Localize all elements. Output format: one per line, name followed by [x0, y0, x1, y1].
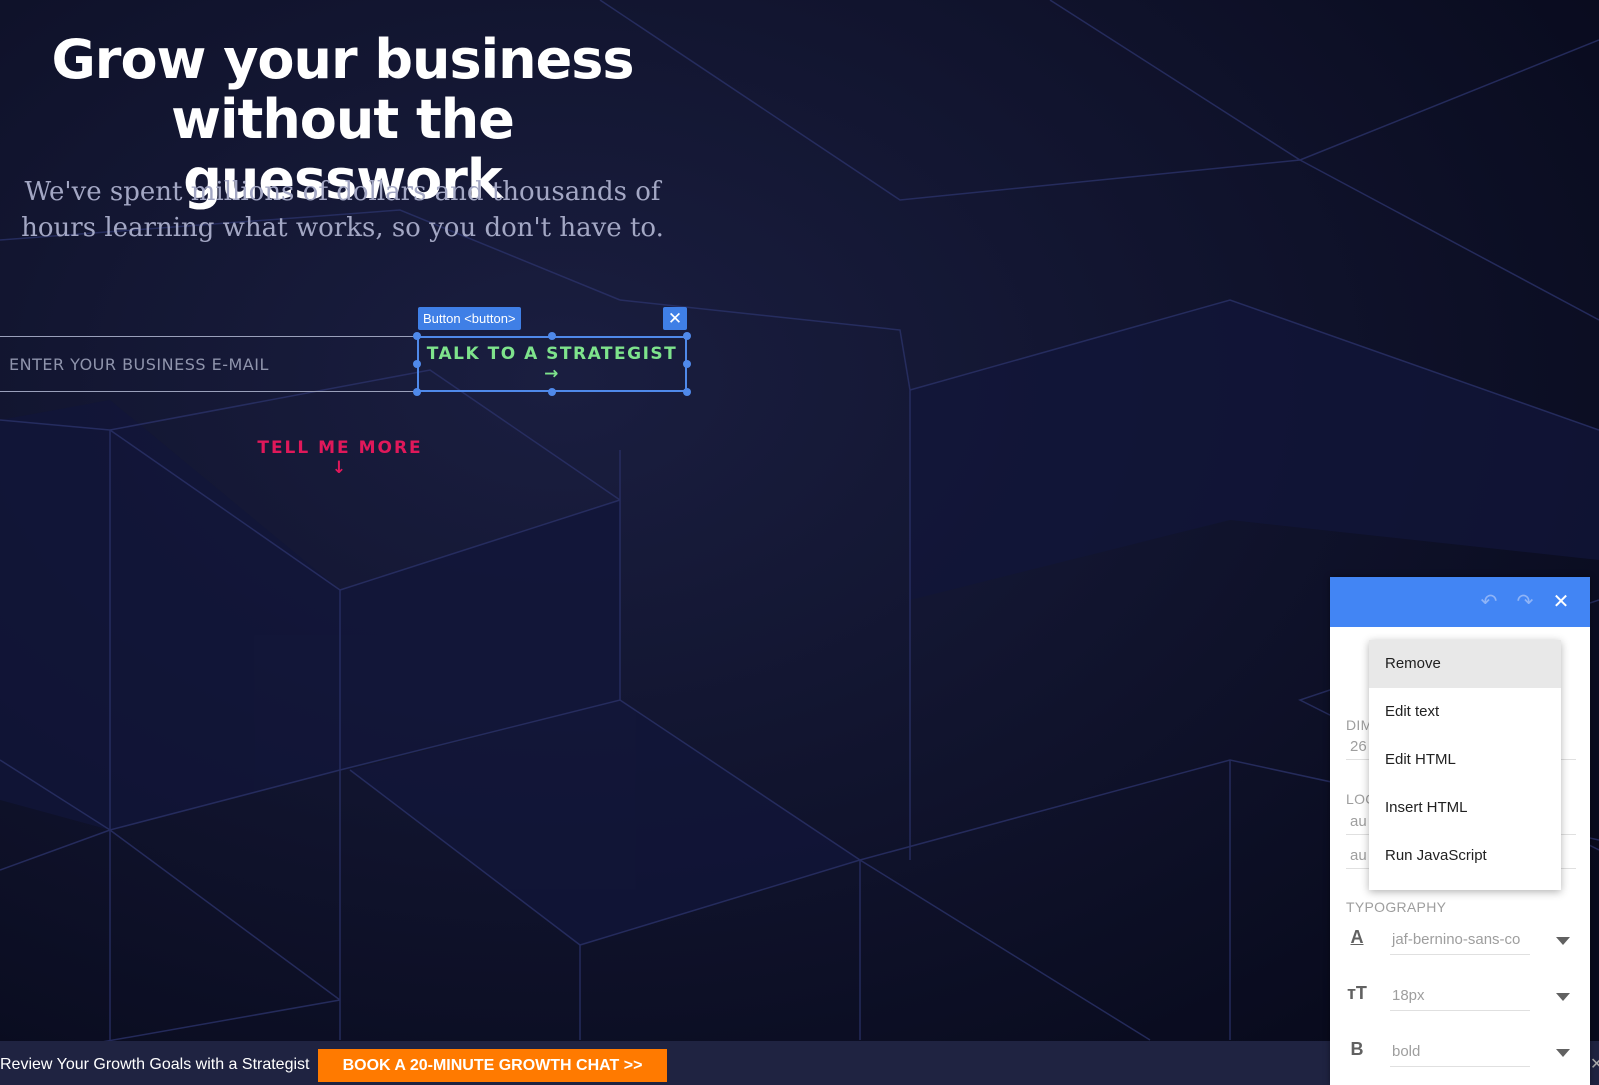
resize-handle-tm[interactable]	[548, 332, 556, 340]
chevron-down-icon[interactable]	[1556, 937, 1570, 945]
menu-item-edit-text[interactable]: Edit text	[1369, 688, 1561, 736]
chevron-down-icon[interactable]	[1556, 993, 1570, 1001]
resize-handle-tr[interactable]	[683, 332, 691, 340]
menu-item-run-javascript[interactable]: Run JavaScript	[1369, 832, 1561, 880]
menu-item-edit-html[interactable]: Edit HTML	[1369, 736, 1561, 784]
resize-handle-mr[interactable]	[683, 360, 691, 368]
font-weight-row: B bold	[1346, 1037, 1582, 1071]
menu-item-remove[interactable]: Remove	[1369, 640, 1561, 688]
resize-handle-ml[interactable]	[413, 360, 421, 368]
hero-subtitle: We've spent millions of dollars and thou…	[20, 174, 665, 246]
font-family-row: A jaf-bernino-sans-co	[1346, 925, 1582, 959]
hero-subtitle-line1: We've spent millions of dollars and thou…	[24, 177, 661, 207]
font-family-select[interactable]: jaf-bernino-sans-co	[1390, 925, 1530, 955]
text-size-icon: ᴛT	[1347, 983, 1367, 1003]
bottom-bar-close-icon[interactable]: ✕	[1590, 1054, 1599, 1074]
hero-title-line1: Grow your business	[51, 28, 634, 91]
resize-handle-br[interactable]	[683, 388, 691, 396]
chevron-down-icon[interactable]	[1556, 1049, 1570, 1057]
typography-label: TYPOGRAPHY	[1346, 899, 1447, 915]
hero-subtitle-line2: hours learning what works, so you don't …	[21, 213, 664, 243]
font-size-select[interactable]: 18px	[1390, 981, 1530, 1011]
menu-item-insert-html[interactable]: Insert HTML	[1369, 784, 1561, 832]
resize-handle-bm[interactable]	[548, 388, 556, 396]
close-icon[interactable]: ✕	[1548, 589, 1574, 615]
email-field[interactable]	[0, 337, 418, 391]
email-field-wrapper	[0, 336, 418, 392]
bottom-bar-text: Review Your Growth Goals with a Strategi…	[0, 1056, 310, 1073]
resize-handle-bl[interactable]	[413, 388, 421, 396]
font-weight-select[interactable]: bold	[1390, 1037, 1530, 1067]
selection-close-icon[interactable]: ✕	[663, 307, 687, 330]
redo-icon[interactable]: ↷	[1512, 589, 1538, 615]
font-color-icon: A	[1350, 927, 1364, 947]
font-size-row: ᴛT 18px	[1346, 981, 1582, 1015]
context-menu: Remove Edit text Edit HTML Insert HTML R…	[1369, 640, 1561, 890]
selection-tag: Button <button>	[418, 307, 521, 330]
tell-me-more-link[interactable]: TELL ME MORE ↓	[250, 438, 430, 478]
editor-panel-header: ↶ ↷ ✕	[1330, 577, 1590, 627]
resize-handle-tl[interactable]	[413, 332, 421, 340]
book-growth-chat-button[interactable]: BOOK A 20-MINUTE GROWTH CHAT >>	[318, 1049, 667, 1082]
bold-icon: B	[1350, 1039, 1364, 1059]
undo-icon[interactable]: ↶	[1476, 589, 1502, 615]
talk-to-strategist-button[interactable]: TALK TO A STRATEGIST →	[417, 336, 687, 392]
